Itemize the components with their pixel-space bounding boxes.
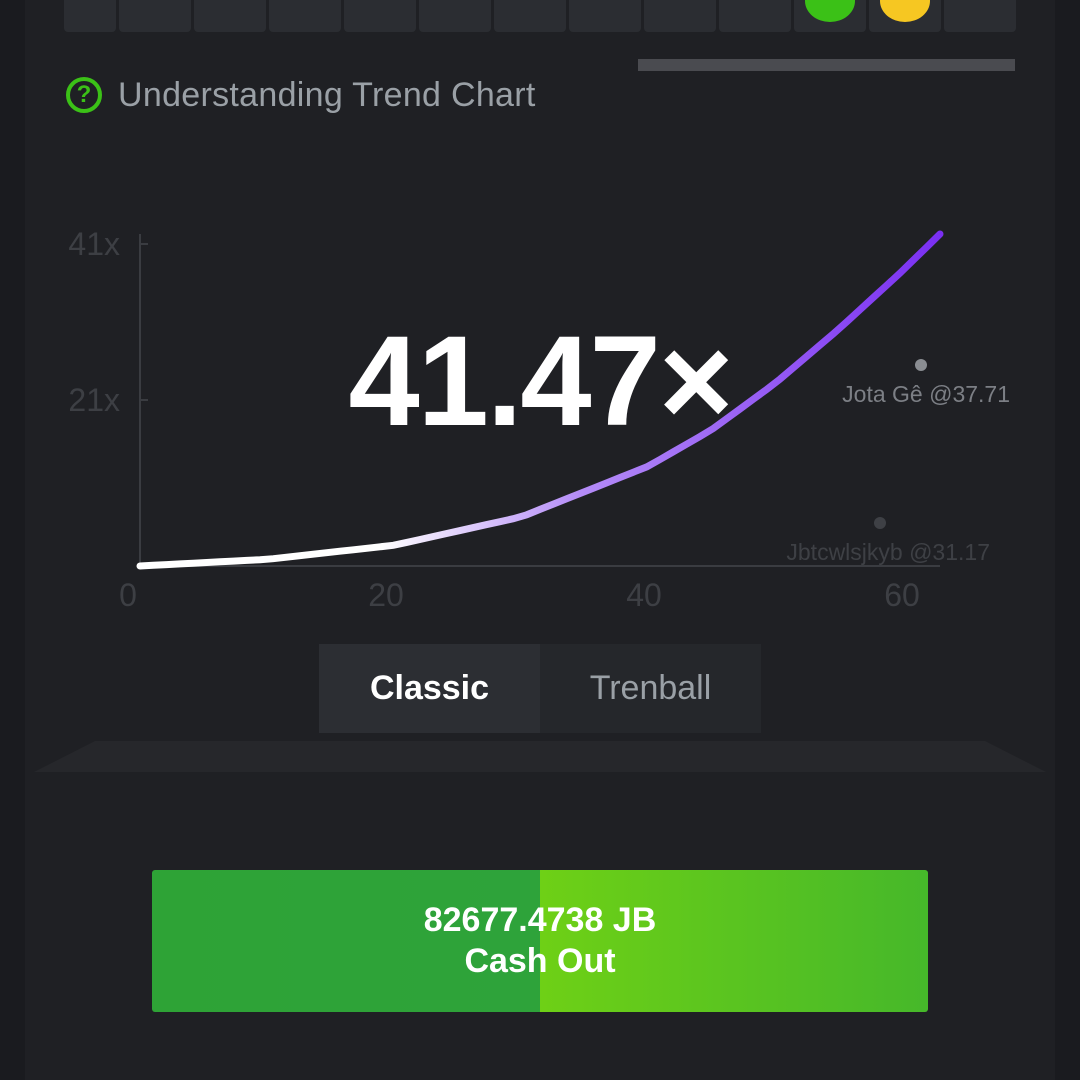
x-tick-label: 60 <box>884 577 920 613</box>
mode-tabs: Classic Trenball <box>319 644 761 733</box>
y-tick-label: 41x <box>68 226 120 262</box>
x-tick-label: 0 <box>119 577 137 613</box>
x-tick-label: 20 <box>368 577 404 613</box>
x-tick-label: 40 <box>626 577 662 613</box>
cash-out-amount: 82677.4738 JB <box>423 901 657 939</box>
player-markers: Jota Gê @37.71 Jbtcwlsjkyb @31.17 <box>786 359 1010 565</box>
cash-out-label: Cash Out <box>464 942 616 980</box>
tab-classic[interactable]: Classic <box>319 644 540 733</box>
current-multiplier: 41.47× <box>348 310 733 453</box>
player-label: Jota Gê @37.71 <box>842 381 1010 407</box>
cash-out-button[interactable]: 82677.4738 JB Cash Out <box>152 870 928 1012</box>
tab-trenball[interactable]: Trenball <box>540 644 761 733</box>
player-label: Jbtcwlsjkyb @31.17 <box>786 539 990 565</box>
player-dot <box>874 517 886 529</box>
y-tick-label: 21x <box>68 382 120 418</box>
player-dot <box>915 359 927 371</box>
